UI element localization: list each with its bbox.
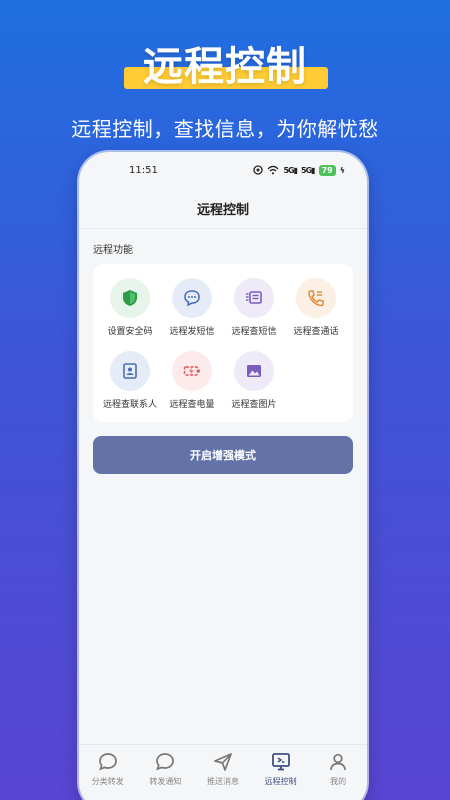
home-indicator-area <box>79 792 367 800</box>
phone-frame: 11:51 5G▮ 5G▮ 79 ϟ 远程控制 远程功能 设置安全码 远程发短信… <box>79 152 367 800</box>
section-title: 远程功能 <box>93 245 133 256</box>
alarm-icon <box>253 165 264 175</box>
tab-label: 转发通知 <box>149 776 182 786</box>
wifi-icon <box>268 165 279 175</box>
signal-icon-1: 5G▮ <box>283 165 298 175</box>
charging-icon: ϟ <box>339 165 345 175</box>
tab-label: 我的 <box>330 776 347 786</box>
phone-call-icon <box>308 290 324 307</box>
function-label: 远程查电量 <box>169 400 215 410</box>
tab-category-forward[interactable]: 分类转发 <box>80 751 136 787</box>
function-icon-bg <box>172 351 212 391</box>
function-label: 远程查图片 <box>231 400 277 410</box>
function-label: 设置安全码 <box>107 327 153 337</box>
function-icon-bg <box>296 278 336 318</box>
status-bar: 11:51 5G▮ 5G▮ 79 ϟ <box>79 152 367 188</box>
send-icon <box>214 752 232 771</box>
chat-bubble-outline-icon <box>156 752 175 770</box>
tab-remote-control[interactable]: 远程控制 <box>253 751 309 787</box>
chat-bubble-outline-icon <box>98 752 117 770</box>
navbar: 远程控制 <box>79 188 367 228</box>
network-label-2: 5G <box>301 165 312 175</box>
function-label: 远程查联系人 <box>102 400 157 410</box>
main-content: 远程功能 设置安全码 远程发短信 远程查短信 远程查通话 远程查联系人 远程查电… <box>79 228 367 474</box>
remote-screen-icon <box>271 752 290 770</box>
tab-label: 分类转发 <box>91 776 124 786</box>
status-icons: 5G▮ 5G▮ 79 ϟ <box>253 164 345 176</box>
page-title: 远程控制 <box>196 202 249 218</box>
tab-mine[interactable]: 我的 <box>310 751 366 787</box>
contact-card-icon <box>123 363 137 379</box>
function-icon-bg <box>234 351 274 391</box>
function-label: 远程查通话 <box>293 327 339 337</box>
chat-bubble-icon <box>184 290 200 307</box>
function-remote-check-contacts[interactable]: 远程查联系人 <box>99 351 161 410</box>
bottom-tab-bar: 分类转发 转发通知 推送消息 远程控制 我的 <box>79 744 367 792</box>
signal-icon-2: 5G▮ <box>301 165 316 175</box>
image-icon <box>247 365 261 377</box>
function-remote-check-images[interactable]: 远程查图片 <box>223 351 285 410</box>
function-remote-check-sms[interactable]: 远程查短信 <box>223 278 285 337</box>
battery-icon: 79 <box>318 164 336 176</box>
function-icon-bg <box>234 278 274 318</box>
hero-title-wrap: 远程控制 <box>0 34 450 92</box>
function-remote-send-sms[interactable]: 远程发短信 <box>161 278 223 337</box>
function-icon-bg <box>110 351 150 391</box>
network-label-1: 5G <box>283 165 294 175</box>
function-icon-bg <box>172 278 212 318</box>
function-icon-bg <box>110 278 150 318</box>
function-label: 远程查短信 <box>231 327 277 337</box>
tab-push-message[interactable]: 推送消息 <box>195 751 251 787</box>
function-remote-check-battery[interactable]: 远程查电量 <box>161 351 223 410</box>
function-grid: 设置安全码 远程发短信 远程查短信 远程查通话 远程查联系人 远程查电量 远程查… <box>93 264 353 422</box>
tab-forward-notification[interactable]: 转发通知 <box>137 751 193 787</box>
message-list-icon <box>246 291 262 304</box>
tab-label: 远程控制 <box>264 776 297 786</box>
status-time: 11:51 <box>129 164 158 176</box>
hero-subtitle: 远程控制，查找信息，为你解忧愁 <box>71 117 379 141</box>
shield-check-icon <box>123 290 137 306</box>
battery-charge-icon <box>183 366 200 376</box>
tab-label: 推送消息 <box>206 776 239 786</box>
function-label: 远程发短信 <box>169 327 215 337</box>
user-icon <box>330 753 347 770</box>
function-remote-check-calls[interactable]: 远程查通话 <box>285 278 347 337</box>
enable-enhanced-mode-button[interactable]: 开启增强模式 <box>93 436 353 474</box>
hero-title: 远程控制 <box>143 44 307 90</box>
function-set-security-code[interactable]: 设置安全码 <box>99 278 161 337</box>
